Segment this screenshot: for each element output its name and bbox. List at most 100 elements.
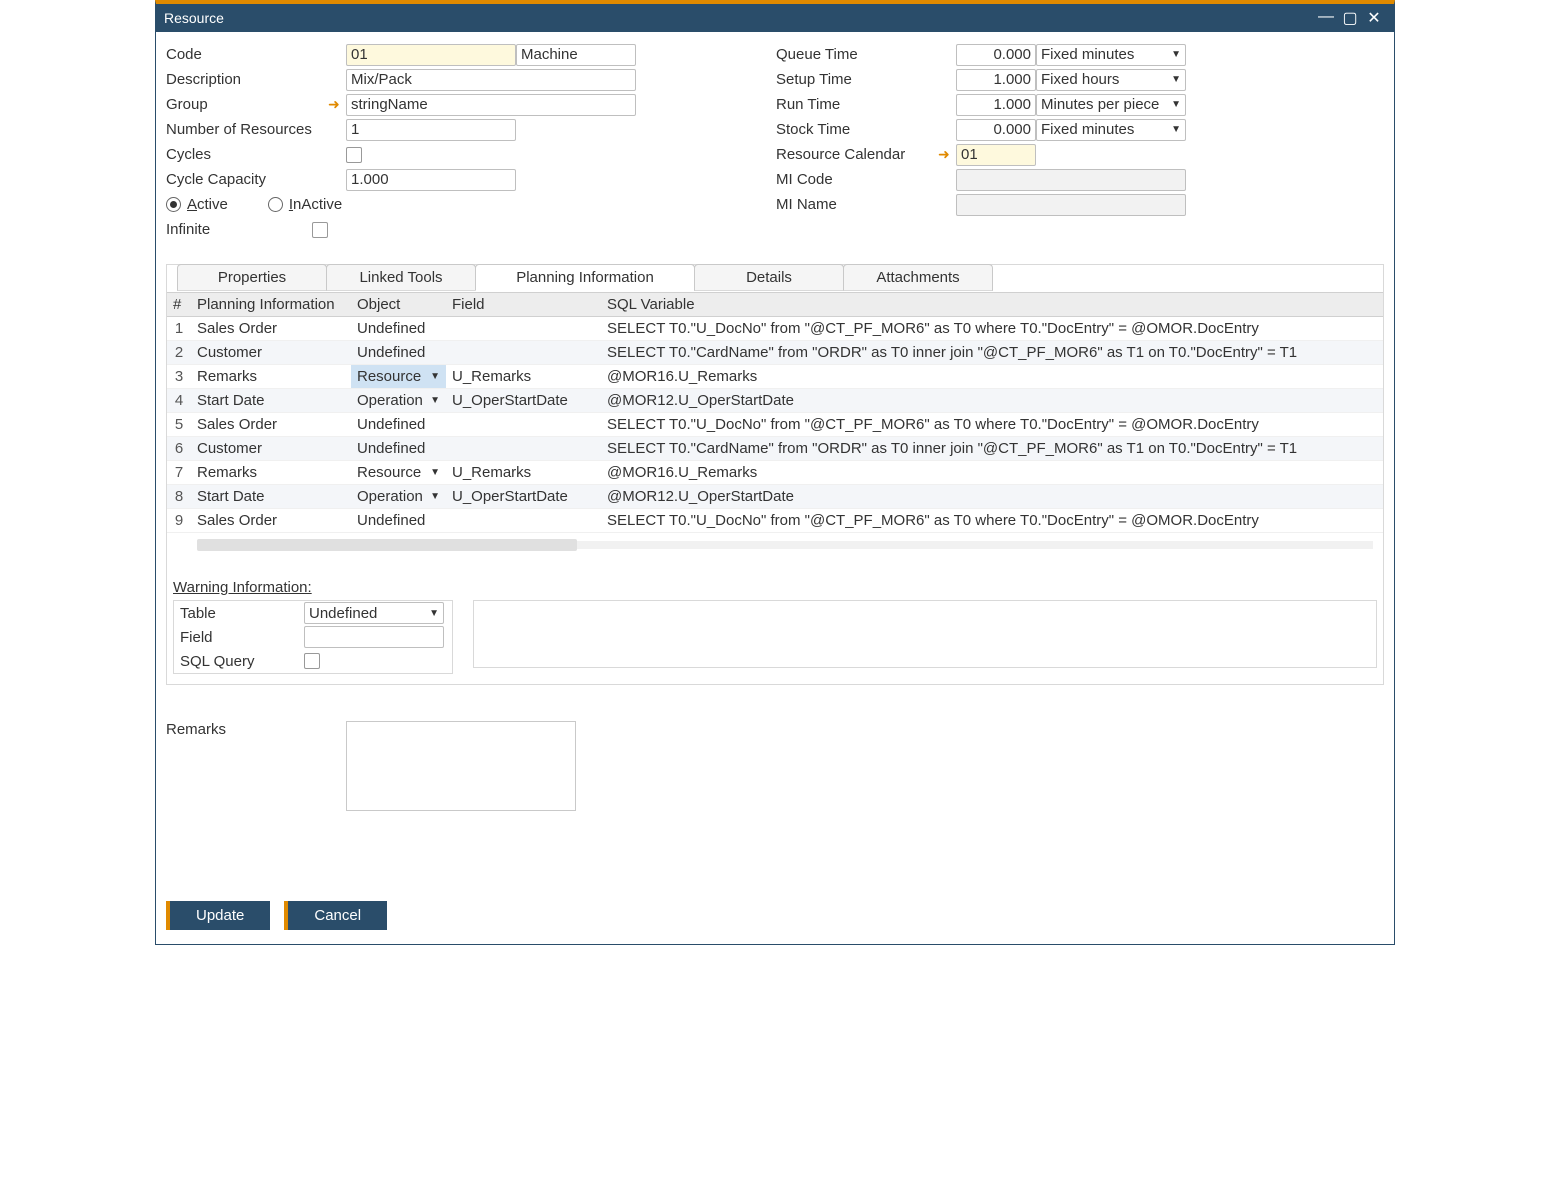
warning-text-area[interactable]	[473, 600, 1377, 668]
minimize-icon[interactable]: —	[1314, 8, 1338, 28]
table-row[interactable]: 7RemarksResource▼U_Remarks@MOR16.U_Remar…	[167, 461, 1383, 485]
cell-planning-info[interactable]: Customer	[191, 437, 351, 460]
warn-field-label: Field	[174, 629, 304, 646]
table-row[interactable]: 6CustomerUndefined SELECT T0."CardName" f…	[167, 437, 1383, 461]
cell-sql[interactable]: SELECT T0."U_DocNo" from "@CT_PF_MOR6" a…	[601, 413, 1383, 436]
titlebar: Resource — ▢ ✕	[156, 4, 1394, 32]
col-sql[interactable]: SQL Variable	[601, 293, 1383, 316]
col-field[interactable]: Field	[446, 293, 601, 316]
cell-field[interactable]	[446, 509, 601, 532]
cell-planning-info[interactable]: Sales Order	[191, 317, 351, 340]
table-row[interactable]: 4Start DateOperation▼U_OperStartDate@MOR…	[167, 389, 1383, 413]
cell-sql[interactable]: SELECT T0."U_DocNo" from "@CT_PF_MOR6" a…	[601, 317, 1383, 340]
cell-planning-info[interactable]: Start Date	[191, 389, 351, 412]
micode-input[interactable]	[956, 169, 1186, 191]
infinite-checkbox[interactable]	[312, 222, 328, 238]
cell-sql[interactable]: SELECT T0."U_DocNo" from "@CT_PF_MOR6" a…	[601, 509, 1383, 532]
active-label: Active	[187, 196, 228, 213]
remarks-textarea[interactable]	[346, 721, 576, 811]
table-row[interactable]: 2CustomerUndefinedSELECT T0."CardName" f…	[167, 341, 1383, 365]
cell-planning-info[interactable]: Remarks	[191, 461, 351, 484]
cyclecap-input[interactable]	[346, 169, 516, 191]
content: Code Description Group ➜ Number of Resou…	[156, 32, 1394, 944]
cell-planning-info[interactable]: Start Date	[191, 485, 351, 508]
cell-object[interactable]: Operation▼	[351, 389, 446, 412]
warn-table-select[interactable]: Undefined ▼	[304, 602, 444, 624]
cell-object[interactable]: Undefined	[351, 509, 446, 532]
cell-object[interactable]: Undefined	[351, 341, 446, 364]
cell-sql[interactable]: SELECT T0."CardName" from "ORDR" as T0 i…	[601, 437, 1383, 460]
type-input[interactable]	[516, 44, 636, 66]
warn-sql-checkbox[interactable]	[304, 653, 320, 669]
queue-unit-select[interactable]: Fixed minutes ▼	[1036, 44, 1186, 66]
warning-left-grid: Table Undefined ▼ Field SQL Query	[173, 600, 453, 674]
cell-object[interactable]: Resource▼	[351, 461, 446, 484]
cal-input[interactable]	[956, 144, 1036, 166]
cell-field[interactable]: U_Remarks	[446, 365, 601, 388]
numres-input[interactable]	[346, 119, 516, 141]
scroll-thumb[interactable]	[197, 539, 577, 551]
cell-object[interactable]: Operation▼	[351, 485, 446, 508]
tab-attachments[interactable]: Attachments	[843, 264, 993, 291]
code-input[interactable]	[346, 44, 516, 66]
desc-input[interactable]	[346, 69, 636, 91]
cell-sql[interactable]: @MOR16.U_Remarks	[601, 365, 1383, 388]
cell-field[interactable]: U_Remarks	[446, 461, 601, 484]
table-row[interactable]: 8Start DateOperation▼U_OperStartDate@MOR…	[167, 485, 1383, 509]
inactive-radio[interactable]: InActive	[268, 196, 342, 213]
tab-linked-tools[interactable]: Linked Tools	[326, 264, 476, 291]
cell-sql[interactable]: @MOR16.U_Remarks	[601, 461, 1383, 484]
tab-planning-information[interactable]: Planning Information	[475, 264, 695, 291]
maximize-icon[interactable]: ▢	[1338, 8, 1362, 28]
cell-planning-info[interactable]: Remarks	[191, 365, 351, 388]
cancel-button[interactable]: Cancel	[284, 901, 387, 930]
table-row[interactable]: 9Sales OrderUndefined SELECT T0."U_DocNo"…	[167, 509, 1383, 533]
warn-field-input[interactable]	[304, 626, 444, 648]
cell-field[interactable]	[446, 341, 601, 364]
tab-properties[interactable]: Properties	[177, 264, 327, 291]
table-row[interactable]: 5Sales OrderUndefinedSELECT T0."U_DocNo"…	[167, 413, 1383, 437]
row-number: 9	[167, 509, 191, 532]
cell-sql[interactable]: @MOR12.U_OperStartDate	[601, 389, 1383, 412]
tab-details[interactable]: Details	[694, 264, 844, 291]
miname-input[interactable]	[956, 194, 1186, 216]
close-icon[interactable]: ✕	[1362, 8, 1386, 28]
run-unit-select[interactable]: Minutes per piece ▼	[1036, 94, 1186, 116]
active-radio[interactable]: Active	[166, 196, 228, 213]
link-arrow-icon[interactable]: ➜	[328, 96, 342, 113]
cycles-checkbox[interactable]	[346, 147, 362, 163]
link-arrow-icon[interactable]: ➜	[938, 146, 952, 163]
stock-unit-select[interactable]: Fixed minutes ▼	[1036, 119, 1186, 141]
setup-input[interactable]	[956, 69, 1036, 91]
cell-sql[interactable]: @MOR12.U_OperStartDate	[601, 485, 1383, 508]
cell-object[interactable]: Undefined	[351, 413, 446, 436]
cell-object[interactable]: Undefined	[351, 317, 446, 340]
window-controls: — ▢ ✕	[1314, 8, 1386, 28]
cell-field[interactable]: U_OperStartDate	[446, 485, 601, 508]
stock-input[interactable]	[956, 119, 1036, 141]
queue-input[interactable]	[956, 44, 1036, 66]
col-num[interactable]: #	[167, 293, 191, 316]
cell-planning-info[interactable]: Sales Order	[191, 413, 351, 436]
cell-planning-info[interactable]: Customer	[191, 341, 351, 364]
group-input[interactable]	[346, 94, 636, 116]
col-pi[interactable]: Planning Information	[191, 293, 351, 316]
col-obj[interactable]: Object	[351, 293, 446, 316]
cell-object[interactable]: Resource▼	[351, 365, 446, 388]
cell-field[interactable]	[446, 317, 601, 340]
horizontal-scrollbar[interactable]	[167, 539, 1383, 551]
run-input[interactable]	[956, 94, 1036, 116]
table-row[interactable]: 1Sales OrderUndefined SELECT T0."U_DocNo"…	[167, 317, 1383, 341]
cell-object[interactable]: Undefined	[351, 437, 446, 460]
cell-field[interactable]	[446, 413, 601, 436]
cell-sql[interactable]: SELECT T0."CardName" from "ORDR" as T0 i…	[601, 341, 1383, 364]
setup-unit-select[interactable]: Fixed hours ▼	[1036, 69, 1186, 91]
cell-field[interactable]	[446, 437, 601, 460]
table-row[interactable]: 3RemarksResource▼U_Remarks@MOR16.U_Remar…	[167, 365, 1383, 389]
update-button[interactable]: Update	[166, 901, 270, 930]
row-number: 6	[167, 437, 191, 460]
cell-field[interactable]: U_OperStartDate	[446, 389, 601, 412]
cell-planning-info[interactable]: Sales Order	[191, 509, 351, 532]
left-column: Code Description Group ➜ Number of Resou…	[166, 42, 636, 242]
row-number: 1	[167, 317, 191, 340]
